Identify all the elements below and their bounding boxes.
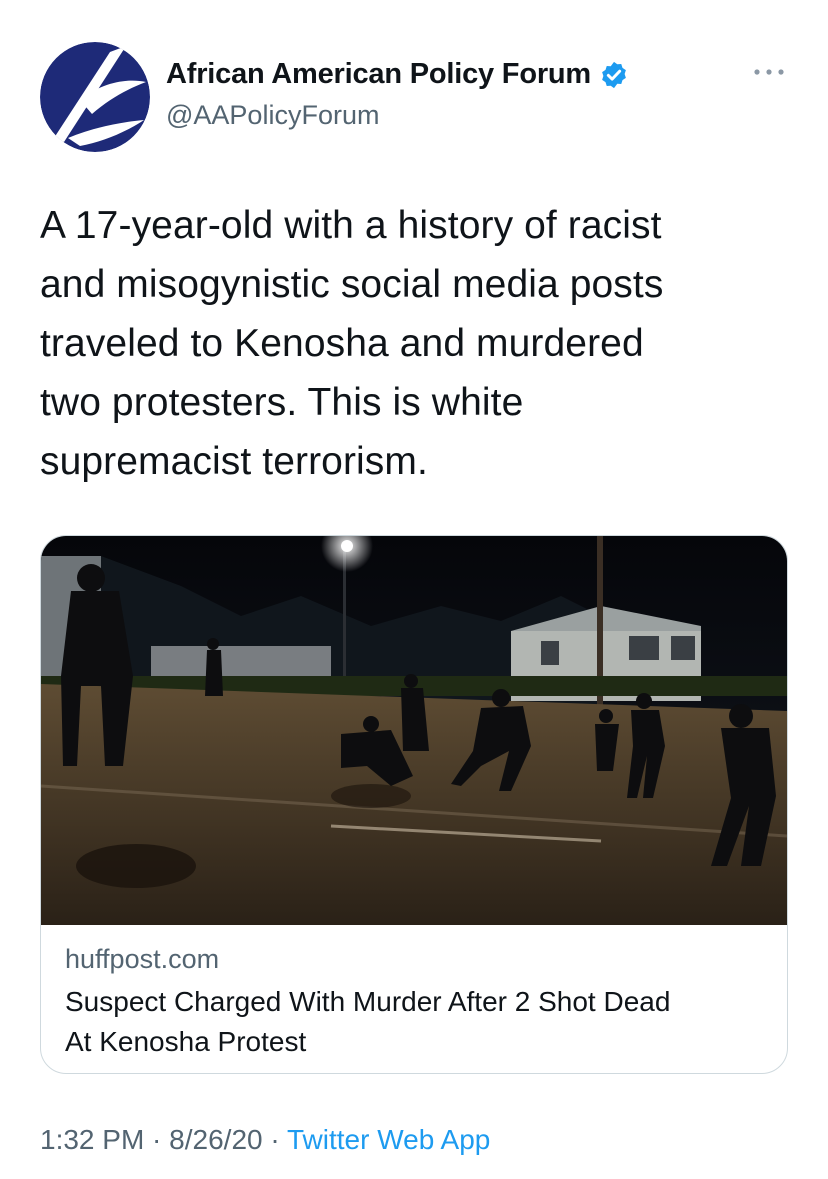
author-name-row[interactable]: African American Policy Forum xyxy=(166,58,629,91)
author-handle[interactable]: @AAPolicyForum xyxy=(166,100,379,131)
more-horizontal-icon[interactable] xyxy=(752,62,786,82)
tweet-text: A 17-year-old with a history of racist a… xyxy=(40,196,800,491)
meta-separator: · xyxy=(144,1124,170,1155)
card-domain: huffpost.com xyxy=(65,944,220,974)
aapf-logo-icon xyxy=(40,42,150,152)
link-preview-card[interactable]: huffpost.com Suspect Charged With Murder… xyxy=(40,535,788,1074)
tweet-text-line: and misogynistic social media posts xyxy=(40,263,664,306)
tweet-text-line: two protesters. This is white xyxy=(40,381,524,424)
meta-separator: · xyxy=(262,1124,287,1155)
tweet-text-line: A 17-year-old with a history of racist xyxy=(40,204,662,247)
tweet-source-link[interactable]: Twitter Web App xyxy=(287,1124,490,1155)
tweet-text-line: traveled to Kenosha and murdered xyxy=(40,322,644,365)
tweet-time[interactable]: 1:32 PM xyxy=(40,1124,144,1155)
verified-badge-icon xyxy=(602,61,626,88)
tweet-text-line: supremacist terrorism. xyxy=(40,440,428,483)
avatar[interactable] xyxy=(40,42,150,152)
card-title: Suspect Charged With Murder After 2 Shot… xyxy=(65,982,765,1062)
card-title-line: Suspect Charged With Murder After 2 Shot… xyxy=(65,986,671,1017)
tweet-date[interactable]: 8/26/20 xyxy=(169,1124,262,1155)
tweet-meta: 1:32 PM · 8/26/20 · Twitter Web App xyxy=(40,1124,490,1156)
author-display-name[interactable]: African American Policy Forum xyxy=(166,58,591,91)
night-street-protest-photo[interactable] xyxy=(41,536,787,925)
card-title-line: At Kenosha Protest xyxy=(65,1026,307,1057)
